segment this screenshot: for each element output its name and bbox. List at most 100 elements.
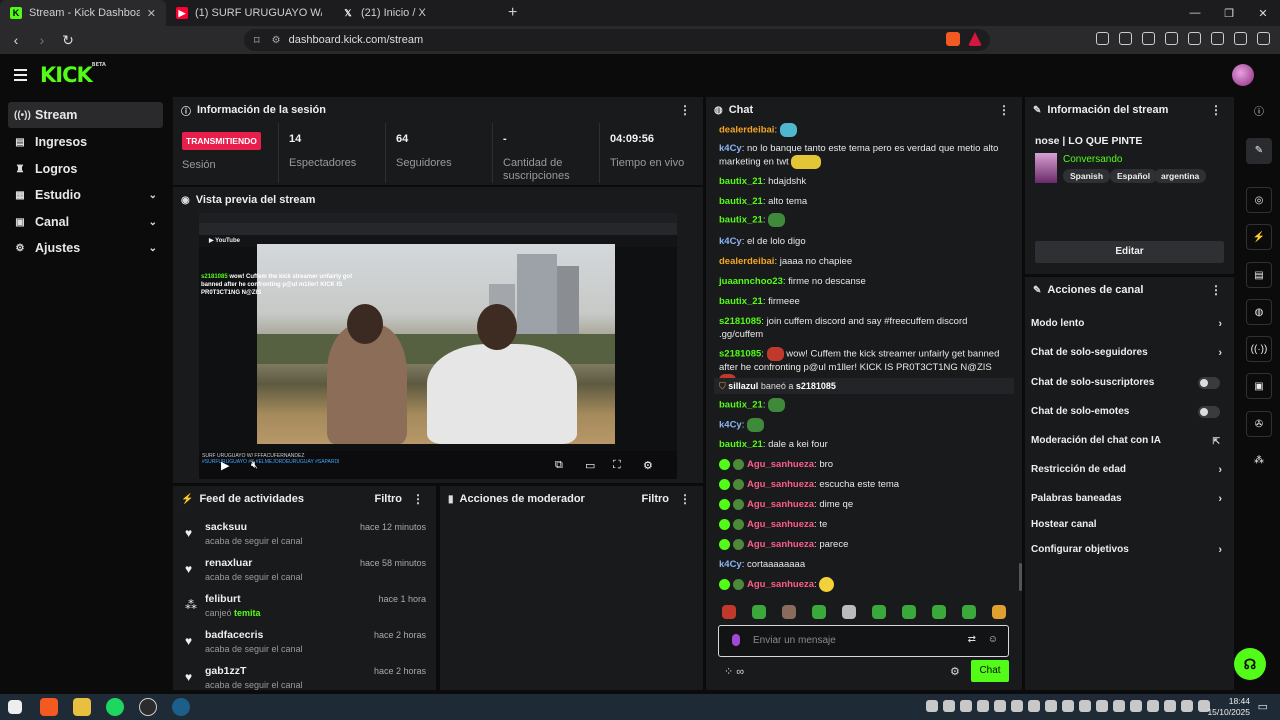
action-goals[interactable]: Configurar objetivos › [1031,540,1226,560]
sidebar-item-ajustes[interactable]: ⚙ Ajustes ⌄ [8,235,163,261]
tray-icon[interactable] [1011,700,1023,712]
sidebar-icon[interactable] [1165,32,1178,45]
sidebar-item-stream[interactable]: ((•)) Stream [8,102,163,128]
reload-icon[interactable]: ↻ [58,32,78,49]
emote-icon[interactable] [722,605,736,619]
category-link[interactable]: Conversando [1063,154,1122,165]
send-chat-button[interactable]: Chat [971,660,1009,682]
more-options-icon[interactable]: ⋮ [679,103,691,117]
restore-icon[interactable]: ❐ [1212,7,1246,20]
windows-start-icon[interactable] [8,700,22,714]
document-icon[interactable]: ▤ [1246,262,1272,288]
emote-icon[interactable] [962,605,976,619]
filter-button[interactable]: Filtro [375,493,403,505]
emote-icon[interactable] [752,605,766,619]
more-options-icon[interactable]: ⋮ [412,492,424,506]
music-icon[interactable] [1142,32,1155,45]
layout-icon[interactable]: ▣ [1246,373,1272,399]
play-icon[interactable]: ▶ [221,459,229,472]
video-player[interactable]: ▶ YouTube s2181085 wow! Cuffem the kick … [199,213,677,479]
action-slow-mode[interactable]: Modo lento › [1031,314,1226,334]
emote-icon[interactable] [902,605,916,619]
file-explorer-icon[interactable] [73,698,91,716]
more-options-icon[interactable]: ⋮ [679,492,691,506]
edit-button[interactable]: Editar [1035,241,1224,263]
address-bar[interactable]: ⌑ ⚙ dashboard.kick.com/stream [244,29,990,51]
tray-icon[interactable] [960,700,972,712]
emote-icon[interactable] [812,605,826,619]
settings-icon[interactable]: ⚙ [643,459,653,472]
kick-logo[interactable]: KICKBETA [40,62,106,87]
add-widget-icon[interactable]: ⁂ [1246,448,1272,474]
action-host-channel[interactable]: Hostear canal [1031,515,1226,535]
extension-icon[interactable] [1096,32,1109,45]
menu-icon[interactable] [1257,32,1270,45]
emoji-icon[interactable]: ☺ [988,634,998,645]
fullscreen-icon[interactable]: ⛶ [613,459,621,472]
filter-button[interactable]: Filtro [642,493,670,505]
hamburger-menu-icon[interactable] [14,69,27,84]
emote-icon[interactable] [932,605,946,619]
new-tab-button[interactable]: + [498,4,527,22]
more-options-icon[interactable]: ⋮ [998,103,1010,117]
translate-icon[interactable]: ⇄ [968,634,976,645]
tray-icon[interactable] [1181,700,1193,712]
chat-settings-icon[interactable]: ⚙ [950,665,960,678]
tray-icon[interactable] [1028,700,1040,712]
broadcast-icon[interactable]: ((·)) [1246,336,1272,362]
back-icon[interactable]: ‹ [6,32,26,48]
sidebar-item-estudio[interactable]: ▦ Estudio ⌄ [8,182,163,208]
tray-icon[interactable] [1045,700,1057,712]
minimize-icon[interactable]: — [1178,7,1212,19]
edit-icon[interactable]: ✎ [1246,138,1272,164]
more-options-icon[interactable]: ⋮ [1210,283,1222,297]
vpn-icon[interactable] [1234,32,1247,45]
more-options-icon[interactable]: ⋮ [1210,103,1222,117]
obs-icon[interactable] [139,698,157,716]
theater-icon[interactable]: ▭ [585,459,595,472]
tray-icon[interactable] [977,700,989,712]
emote-icon[interactable] [992,605,1006,619]
tray-icon[interactable] [1164,700,1176,712]
system-clock[interactable]: 18:44 15/10/2025 [1207,696,1250,718]
tray-icon[interactable] [994,700,1006,712]
close-window-icon[interactable]: ✕ [1246,7,1280,20]
action-followers-only[interactable]: Chat de solo-seguidores › [1031,343,1226,363]
sidebar-item-logros[interactable]: ♜ Logros [8,156,163,182]
tray-icon[interactable] [943,700,955,712]
sidebar-item-canal[interactable]: ▣ Canal ⌄ [8,209,163,235]
tab-youtube[interactable]: ▶ (1) SURF URUGUAYO W/ FFFACUFERN [166,0,332,26]
help-button[interactable]: ☊ [1234,648,1266,680]
leo-ai-icon[interactable] [1211,32,1224,45]
brave-icon[interactable] [40,698,58,716]
capture-icon[interactable]: ◎ [1246,187,1272,213]
pip-icon[interactable]: ⧉ [555,459,563,472]
brave-shields-icon[interactable] [946,32,960,46]
notification-icon[interactable]: ▭ [1258,700,1268,713]
action-age-restriction[interactable]: Restricción de edad › [1031,460,1226,480]
steam-icon[interactable] [172,698,190,716]
tray-icon[interactable] [1147,700,1159,712]
spotify-icon[interactable] [106,698,124,716]
action-ai-moderation[interactable]: Moderación del chat con IA ⇱ [1031,431,1226,451]
close-tab-icon[interactable]: ✕ [147,7,156,20]
chat-input[interactable]: Enviar un mensaje ⇄ ☺ [718,625,1009,657]
action-banned-words[interactable]: Palabras baneadas › [1031,489,1226,509]
chat-icon[interactable]: ◍ [1246,299,1272,325]
info-icon[interactable]: ⓘ [1246,100,1272,126]
tray-icon[interactable] [926,700,938,712]
mute-icon[interactable]: 🔇︎ [251,459,258,472]
emote-icon[interactable] [872,605,886,619]
tray-icon[interactable] [1062,700,1074,712]
wrench-icon[interactable]: ✇ [1246,411,1272,437]
infinity-icon[interactable]: ⁘ ∞ [724,665,744,678]
tab-kick-dashboard[interactable]: K Stream - Kick Dashboard ✕ [0,0,166,26]
microphone-icon[interactable] [732,634,740,646]
wallet-icon[interactable] [1188,32,1201,45]
tray-icon[interactable] [1130,700,1142,712]
site-info-icon[interactable]: ⚙ [272,35,281,46]
tray-icon[interactable] [1113,700,1125,712]
emote-icon[interactable] [842,605,856,619]
toggle-switch[interactable] [1198,377,1220,389]
lightning-icon[interactable]: ⚡ [1246,224,1272,250]
